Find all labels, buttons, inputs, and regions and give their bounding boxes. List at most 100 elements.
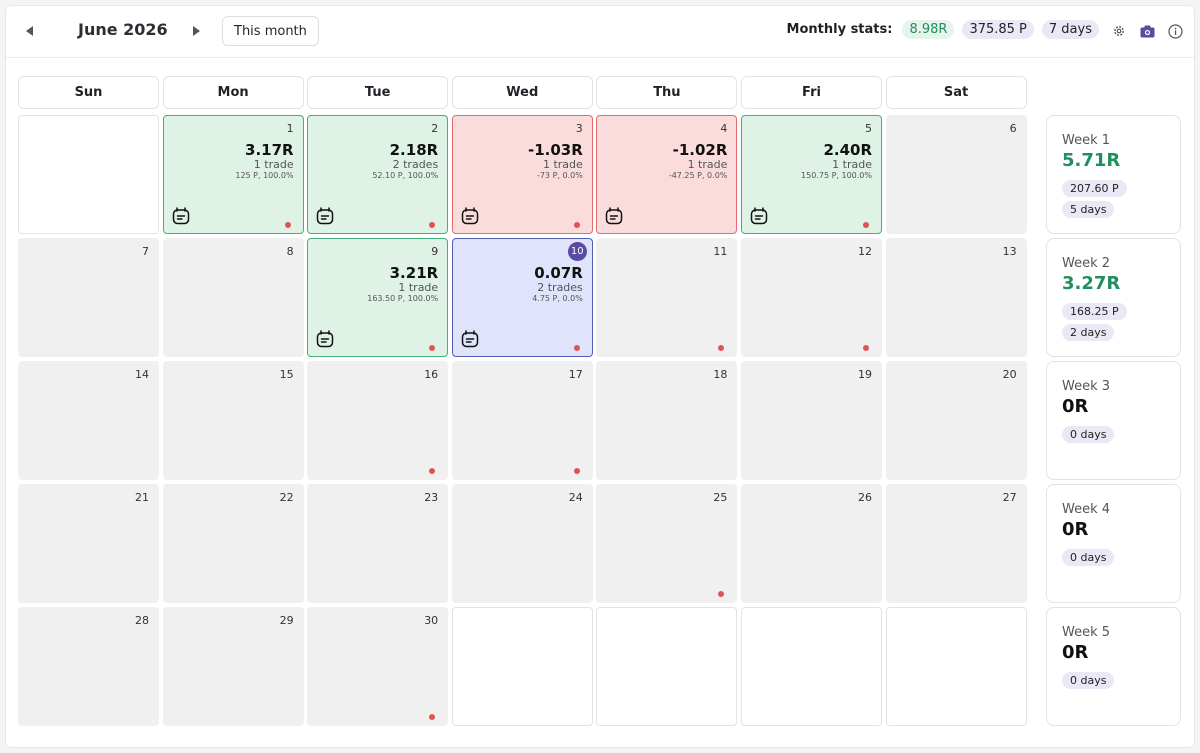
day-number: 11	[713, 245, 728, 258]
screenshot-button[interactable]	[1138, 22, 1156, 40]
weekday-wed: Wed	[451, 76, 593, 109]
day-r-value: 2.18R	[389, 141, 439, 159]
week-label: Week 3	[1062, 379, 1111, 394]
day-number: 21	[135, 491, 149, 504]
status-dot-icon	[429, 345, 436, 351]
monthly-r-badge: 8.98R	[902, 20, 955, 39]
monthly-stats-label: Monthly stats:	[786, 22, 893, 37]
week-summary-card: Week 1 5.71R 207.60 P 5 days	[1046, 115, 1181, 234]
day-points-winrate: 125 P, 100.0%	[235, 171, 294, 180]
week-r-value: 0R	[1062, 396, 1089, 417]
monthly-stats: Monthly stats: 8.98R 375.85 P 7 days	[787, 20, 1099, 39]
gear-icon	[1114, 26, 1124, 36]
prev-month-button[interactable]	[20, 21, 40, 41]
info-button[interactable]	[1166, 22, 1184, 40]
this-month-button[interactable]: This month	[222, 16, 319, 46]
journal-note-icon[interactable]	[750, 207, 768, 225]
day-cell[interactable]: 10 0.07R 2 trades 4.75 P, 0.0%	[451, 238, 593, 357]
day-r-value: 2.40R	[823, 141, 872, 159]
day-cell[interactable]: 1 3.17R 1 trade 125 P, 100.0%	[162, 115, 304, 234]
status-dot-icon	[429, 222, 436, 228]
journal-note-icon[interactable]	[316, 207, 334, 225]
week-days-badge: 0 days	[1062, 672, 1115, 689]
week-summary-card: Week 2 3.27R 168.25 P 2 days	[1046, 238, 1181, 357]
day-number: 24	[568, 491, 583, 504]
day-cell[interactable]: 6	[885, 115, 1027, 234]
next-month-button[interactable]	[186, 21, 206, 41]
day-number: 19	[858, 368, 872, 381]
calendar-panel: June 2026 This month Monthly stats: 8.98…	[5, 5, 1195, 748]
day-trade-count: 1 trade	[253, 158, 294, 171]
day-number: 9	[431, 245, 439, 258]
day-number: 14	[135, 368, 149, 381]
day-r-value: -1.02R	[672, 141, 728, 159]
week-summary-card: Week 3 0R 0 days	[1046, 361, 1181, 480]
week-r-value: 5.71R	[1062, 150, 1121, 171]
day-cell[interactable]: 26	[741, 484, 882, 603]
chevron-right-icon	[193, 26, 200, 36]
day-cell[interactable]: 8	[162, 238, 304, 357]
journal-note-icon[interactable]	[316, 330, 334, 348]
day-points-winrate: 4.75 P, 0.0%	[532, 294, 583, 303]
status-dot-icon	[284, 222, 291, 228]
month-title: June 2026	[78, 20, 168, 39]
empty-day-cell	[885, 607, 1027, 726]
day-cell[interactable]: 11	[596, 238, 738, 357]
day-cell[interactable]: 16	[307, 361, 449, 480]
week-r-value: 0R	[1062, 519, 1089, 540]
empty-day-cell	[451, 607, 593, 726]
weekday-tue: Tue	[307, 76, 449, 109]
status-dot-icon	[718, 345, 725, 351]
day-cell[interactable]: 17	[451, 361, 593, 480]
day-r-value: 3.21R	[389, 264, 439, 282]
status-dot-icon	[429, 468, 436, 474]
day-cell[interactable]: 18	[596, 361, 738, 480]
settings-button[interactable]	[1110, 22, 1128, 40]
day-cell[interactable]: 13	[885, 238, 1027, 357]
camera-icon	[1140, 25, 1154, 37]
day-cell[interactable]: 25	[596, 484, 738, 603]
day-points-winrate: 52.10 P, 100.0%	[372, 171, 439, 180]
day-cell[interactable]: 7	[18, 238, 159, 357]
status-dot-icon	[573, 222, 580, 228]
day-cell[interactable]: 20	[885, 361, 1027, 480]
day-trade-count: 1 trade	[832, 158, 872, 171]
day-cell[interactable]: 30	[307, 607, 449, 726]
day-cell[interactable]: 14	[18, 361, 159, 480]
day-cell[interactable]: 21	[18, 484, 159, 603]
day-points-winrate: 163.50 P, 100.0%	[367, 294, 439, 303]
status-dot-icon	[573, 468, 580, 474]
day-cell[interactable]: 29	[162, 607, 304, 726]
day-cell[interactable]: 28	[18, 607, 159, 726]
day-cell[interactable]: 27	[885, 484, 1027, 603]
status-dot-icon	[718, 591, 725, 597]
day-number: 27	[1002, 491, 1017, 504]
day-cell[interactable]: 9 3.21R 1 trade 163.50 P, 100.0%	[307, 238, 449, 357]
day-trade-count: 1 trade	[687, 158, 728, 171]
day-cell[interactable]: 15	[162, 361, 304, 480]
day-number: 26	[858, 491, 872, 504]
day-number: 12	[858, 245, 872, 258]
journal-note-icon[interactable]	[461, 207, 479, 225]
journal-note-icon[interactable]	[172, 207, 190, 225]
day-cell[interactable]: 12	[741, 238, 882, 357]
journal-note-icon[interactable]	[461, 330, 479, 348]
day-cell[interactable]: 2 2.18R 2 trades 52.10 P, 100.0%	[307, 115, 449, 234]
empty-day-cell	[741, 607, 882, 726]
day-r-value: 3.17R	[245, 141, 294, 159]
day-cell[interactable]: 23	[307, 484, 449, 603]
day-cell[interactable]: 22	[162, 484, 304, 603]
day-cell[interactable]: 5 2.40R 1 trade 150.75 P, 100.0%	[741, 115, 882, 234]
day-trade-count: 2 trades	[537, 281, 583, 294]
day-cell[interactable]: 19	[741, 361, 882, 480]
journal-note-icon[interactable]	[605, 207, 623, 225]
week-r-value: 3.27R	[1062, 273, 1121, 294]
chevron-left-icon	[26, 26, 33, 36]
day-points-winrate: 150.75 P, 100.0%	[801, 171, 872, 180]
empty-day-cell	[596, 607, 738, 726]
day-cell[interactable]: 3 -1.03R 1 trade -73 P, 0.0%	[451, 115, 593, 234]
day-number: 28	[135, 614, 149, 627]
day-cell[interactable]: 4 -1.02R 1 trade -47.25 P, 0.0%	[596, 115, 738, 234]
day-cell[interactable]: 24	[451, 484, 593, 603]
day-number: 22	[279, 491, 294, 504]
